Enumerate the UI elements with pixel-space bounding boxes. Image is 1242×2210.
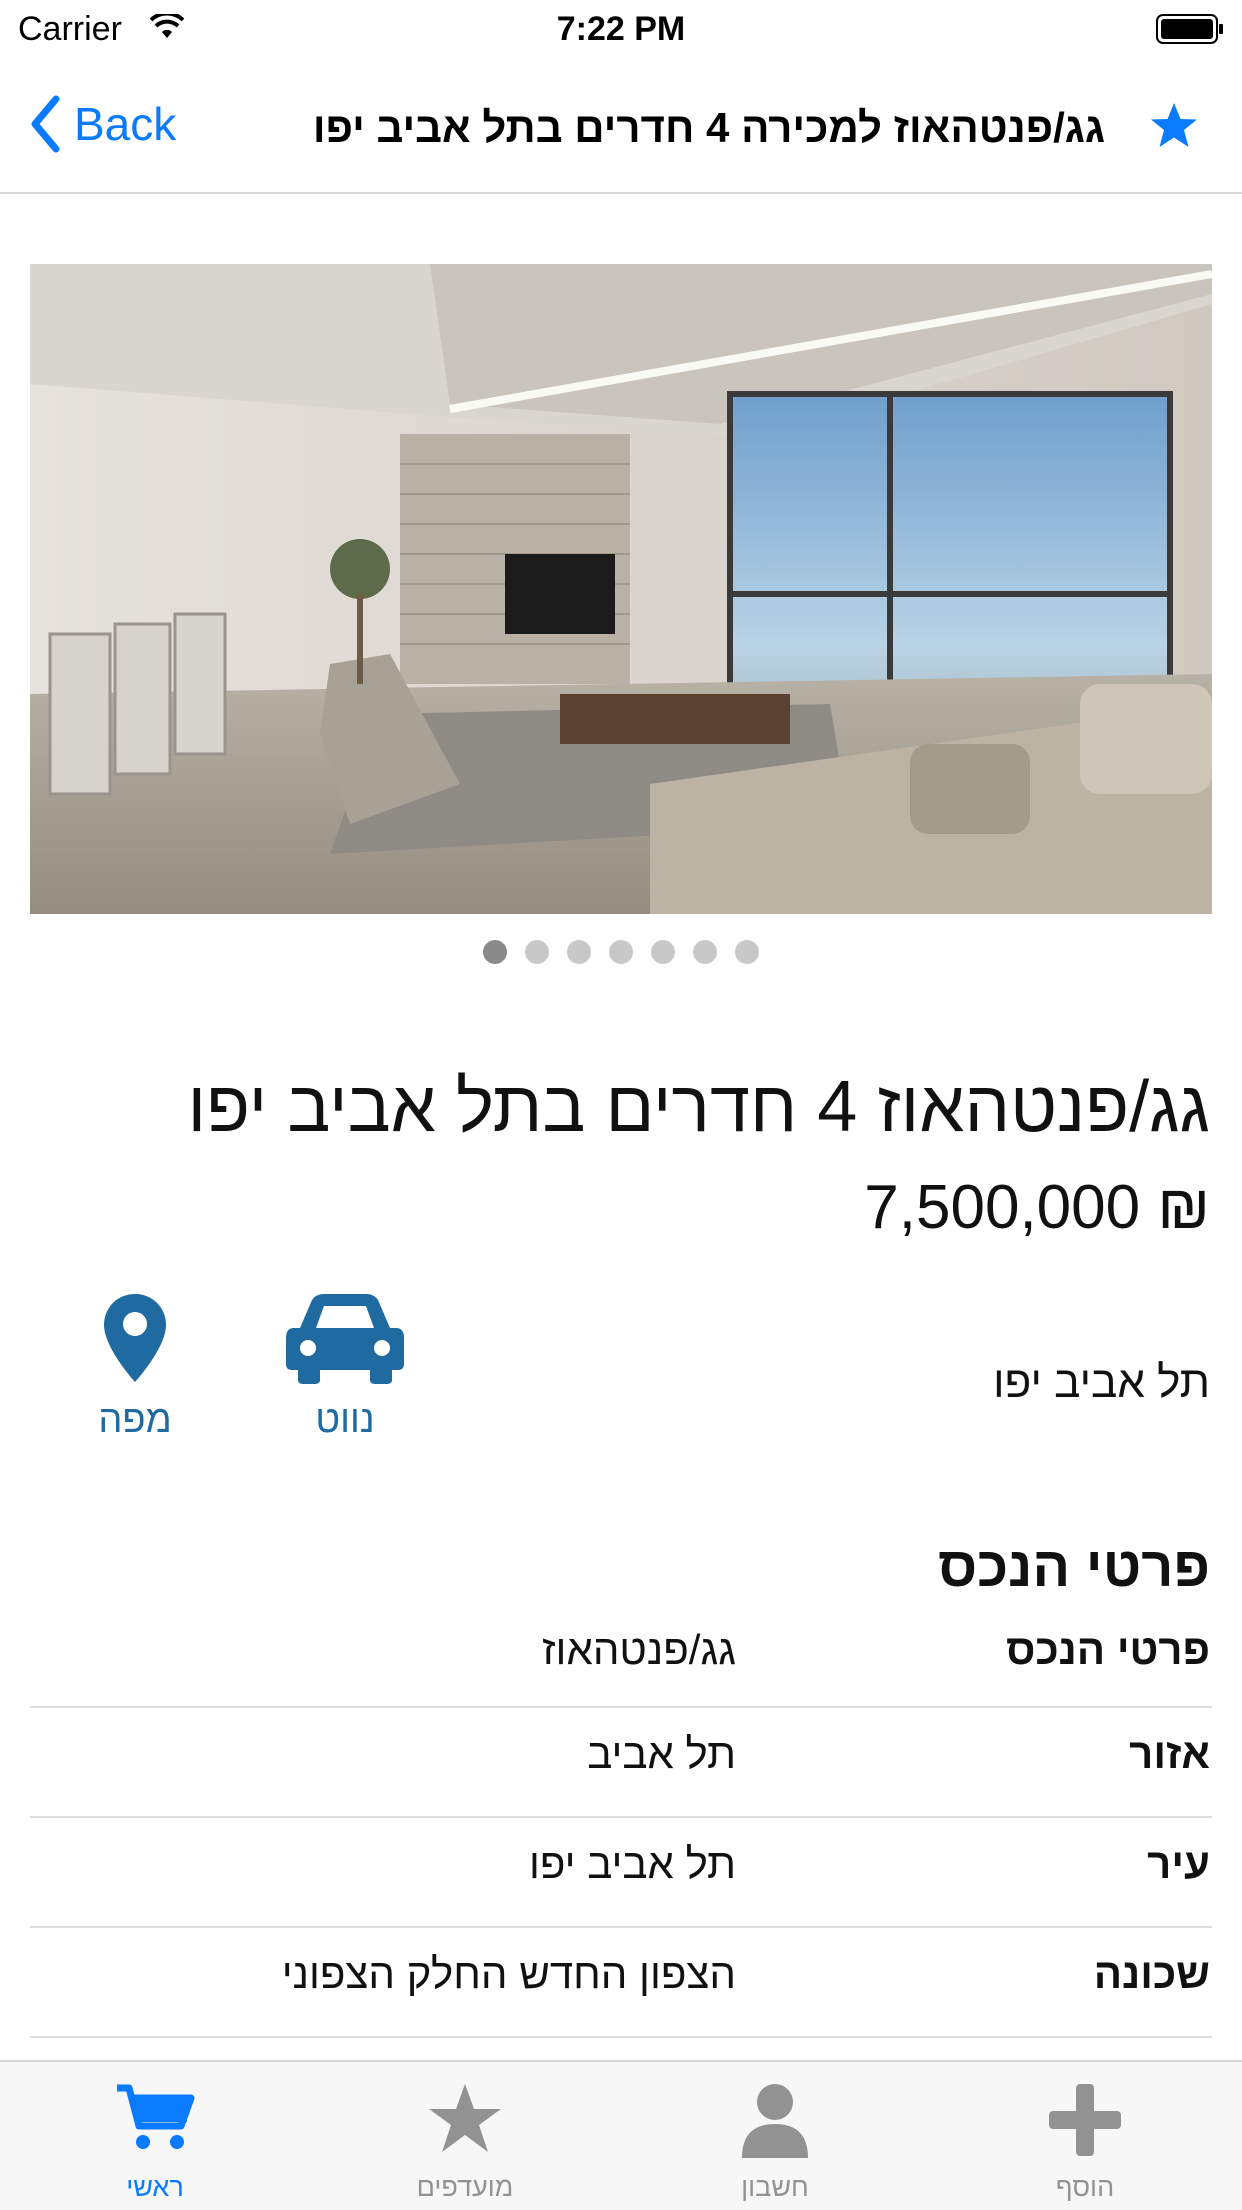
tab-favorites[interactable]: מועדפים: [310, 2062, 620, 2210]
tab-label: מועדפים: [416, 2172, 514, 2202]
tab-bar: ראשי מועדפים חשבון הוסף: [0, 2060, 1242, 2210]
star-icon: [429, 2084, 501, 2152]
details-row: פרטי הנכס גג/פנטהאוז: [30, 1614, 1212, 1708]
plus-icon: [1049, 2084, 1121, 2156]
details-value: תל אביב יפו: [528, 1840, 736, 1887]
page-dot[interactable]: [735, 940, 759, 964]
page-dot[interactable]: [525, 940, 549, 964]
clock: 7:22 PM: [556, 10, 686, 48]
details-table: פרטי הנכס גג/פנטהאוז אזור תל אביב עיר תל…: [30, 1614, 1212, 2038]
map-pin-icon: [104, 1294, 166, 1382]
page-dot[interactable]: [609, 940, 633, 964]
navigation-bar: Back גג/פנטהאוז למכירה 4 חדרים בתל אביב …: [0, 60, 1242, 194]
tab-home[interactable]: ראשי: [0, 2062, 310, 2210]
tab-label: ראשי: [126, 2172, 184, 2202]
navigate-button[interactable]: נווט: [265, 1292, 425, 1442]
status-bar: Carrier 7:22 PM: [0, 0, 1242, 60]
details-row: שכונה הצפון החדש החלק הצפוני: [30, 1928, 1212, 2038]
page-dot[interactable]: [567, 940, 591, 964]
tab-add[interactable]: הוסף: [930, 2062, 1240, 2210]
details-section-title: פרטי הנכס: [938, 1535, 1210, 1598]
details-key: שכונה: [1093, 1950, 1210, 1997]
page-title: גג/פנטהאוז למכירה 4 חדרים בתל אביב יפו: [312, 104, 1105, 151]
page-dot[interactable]: [651, 940, 675, 964]
listing-city: תל אביב יפו: [993, 1358, 1210, 1407]
listing-title: גג/פנטהאוז 4 חדרים בתל אביב יפו: [187, 1067, 1210, 1147]
listing-price: 7,500,000 ₪: [864, 1173, 1210, 1242]
page-dot[interactable]: [693, 940, 717, 964]
cart-icon: [117, 2084, 195, 2149]
details-key: אזור: [1129, 1730, 1210, 1777]
details-value: הצפון החדש החלק הצפוני: [281, 1950, 736, 1997]
page-indicator[interactable]: [0, 940, 1242, 964]
details-row: עיר תל אביב יפו: [30, 1818, 1212, 1928]
page-dot[interactable]: [483, 940, 507, 964]
tab-label: הוסף: [1055, 2172, 1115, 2202]
tab-account[interactable]: חשבון: [620, 2062, 930, 2210]
battery-icon: [1156, 14, 1223, 44]
map-button[interactable]: מפה: [55, 1292, 215, 1442]
details-value: גג/פנטהאוז: [541, 1626, 736, 1673]
back-label: Back: [74, 98, 177, 150]
navigate-label: נווט: [315, 1399, 375, 1441]
details-row: אזור תל אביב: [30, 1708, 1212, 1818]
car-icon: [286, 1294, 404, 1384]
user-icon: [742, 2084, 808, 2158]
back-button[interactable]: Back: [30, 92, 176, 156]
tab-label: חשבון: [741, 2172, 809, 2202]
star-icon[interactable]: [1148, 100, 1200, 152]
details-key: פרטי הנכס: [1006, 1626, 1210, 1673]
details-key: עיר: [1147, 1840, 1210, 1887]
chevron-left-icon: [31, 95, 60, 153]
map-label: מפה: [98, 1399, 172, 1441]
details-value: תל אביב: [587, 1730, 736, 1777]
listing-photo[interactable]: [30, 264, 1212, 914]
